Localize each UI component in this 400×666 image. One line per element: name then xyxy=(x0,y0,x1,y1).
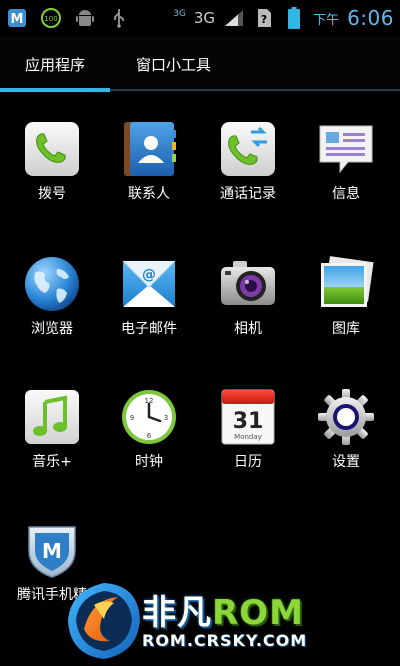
svg-text:9: 9 xyxy=(130,414,134,422)
clock-icon: 12 3 6 9 xyxy=(120,388,178,446)
music-icon xyxy=(23,388,81,446)
call-log-icon xyxy=(219,120,277,178)
email-icon: @ xyxy=(120,255,178,313)
app-call-log[interactable]: 通话记录 xyxy=(200,120,296,230)
app-label: 信息 xyxy=(332,186,360,202)
m-notification-icon: M xyxy=(6,7,28,29)
app-label: 拨号 xyxy=(38,186,66,202)
app-email[interactable]: @ 电子邮件 xyxy=(101,255,197,365)
data-activity-3g-label: 3G xyxy=(173,9,186,19)
app-camera[interactable]: 相机 xyxy=(200,255,296,365)
app-drawer-screen: M 100 3G 3G ? 下午 6:06 应用程序 窗口小工具 拨号 联系人 … xyxy=(0,0,400,666)
app-calendar[interactable]: 31 Monday 日历 xyxy=(200,388,296,498)
calendar-icon-day: 31 xyxy=(233,409,264,434)
app-label: 通话记录 xyxy=(220,186,276,202)
svg-text:100: 100 xyxy=(44,15,57,23)
app-contacts[interactable]: 联系人 xyxy=(101,120,197,230)
svg-text:M: M xyxy=(42,539,62,563)
app-label: 时钟 xyxy=(135,454,163,470)
app-gallery[interactable]: 图库 xyxy=(298,255,394,365)
contacts-icon xyxy=(120,120,178,178)
phone-icon xyxy=(23,120,81,178)
app-label: 相机 xyxy=(234,321,262,337)
tab-selected-indicator xyxy=(0,88,110,92)
tencent-security-icon: M xyxy=(23,521,81,579)
watermark-brand-cn: 非凡 xyxy=(142,593,212,633)
app-messaging[interactable]: 信息 xyxy=(298,120,394,230)
app-dialer[interactable]: 拨号 xyxy=(4,120,100,230)
app-browser[interactable]: 浏览器 xyxy=(4,255,100,365)
signal-strength-icon xyxy=(223,7,245,29)
battery-100-notification-icon: 100 xyxy=(40,7,62,29)
crsky-rom-watermark: 非凡ROM ROM.CRSKY.COM xyxy=(64,575,344,665)
svg-text:6: 6 xyxy=(147,432,152,440)
status-bar: M 100 3G 3G ? 下午 6:06 xyxy=(0,0,400,36)
app-music-plus[interactable]: 音乐+ xyxy=(4,388,100,498)
svg-text:@: @ xyxy=(142,267,156,283)
svg-text:M: M xyxy=(11,12,24,27)
app-label: 浏览器 xyxy=(31,321,73,337)
battery-icon xyxy=(283,7,305,29)
app-label: 设置 xyxy=(332,454,360,470)
clock-ampm: 下午 xyxy=(313,12,340,28)
app-label: 图库 xyxy=(332,321,360,337)
clock-time: 6:06 xyxy=(347,6,394,30)
tab-apps[interactable]: 应用程序 xyxy=(25,54,85,75)
messaging-icon xyxy=(317,120,375,178)
network-type-label: 3G xyxy=(193,9,216,27)
svg-text:?: ? xyxy=(261,13,267,26)
app-label: 电子邮件 xyxy=(121,321,177,337)
usb-icon xyxy=(108,7,130,29)
app-clock[interactable]: 12 3 6 9 时钟 xyxy=(101,388,197,498)
app-label: 日历 xyxy=(234,454,262,470)
watermark-brand: 非凡ROM xyxy=(142,585,304,634)
app-label: 音乐+ xyxy=(32,454,72,470)
calendar-icon-weekday: Monday xyxy=(234,433,262,441)
gallery-icon xyxy=(317,255,375,313)
no-sim-icon: ? xyxy=(253,7,275,29)
browser-globe-icon xyxy=(23,255,81,313)
app-label: 联系人 xyxy=(128,186,170,202)
watermark-url: ROM.CRSKY.COM xyxy=(142,631,308,650)
drawer-tab-bar: 应用程序 窗口小工具 xyxy=(0,36,400,94)
settings-gear-icon xyxy=(317,388,375,446)
calendar-icon: 31 Monday xyxy=(219,388,277,446)
camera-icon xyxy=(219,255,277,313)
svg-text:3: 3 xyxy=(164,414,168,422)
crsky-logo-icon xyxy=(68,583,140,659)
android-debug-icon xyxy=(74,7,96,29)
tab-widgets[interactable]: 窗口小工具 xyxy=(136,54,211,75)
app-settings[interactable]: 设置 xyxy=(298,388,394,498)
watermark-brand-rom: ROM xyxy=(212,593,304,633)
